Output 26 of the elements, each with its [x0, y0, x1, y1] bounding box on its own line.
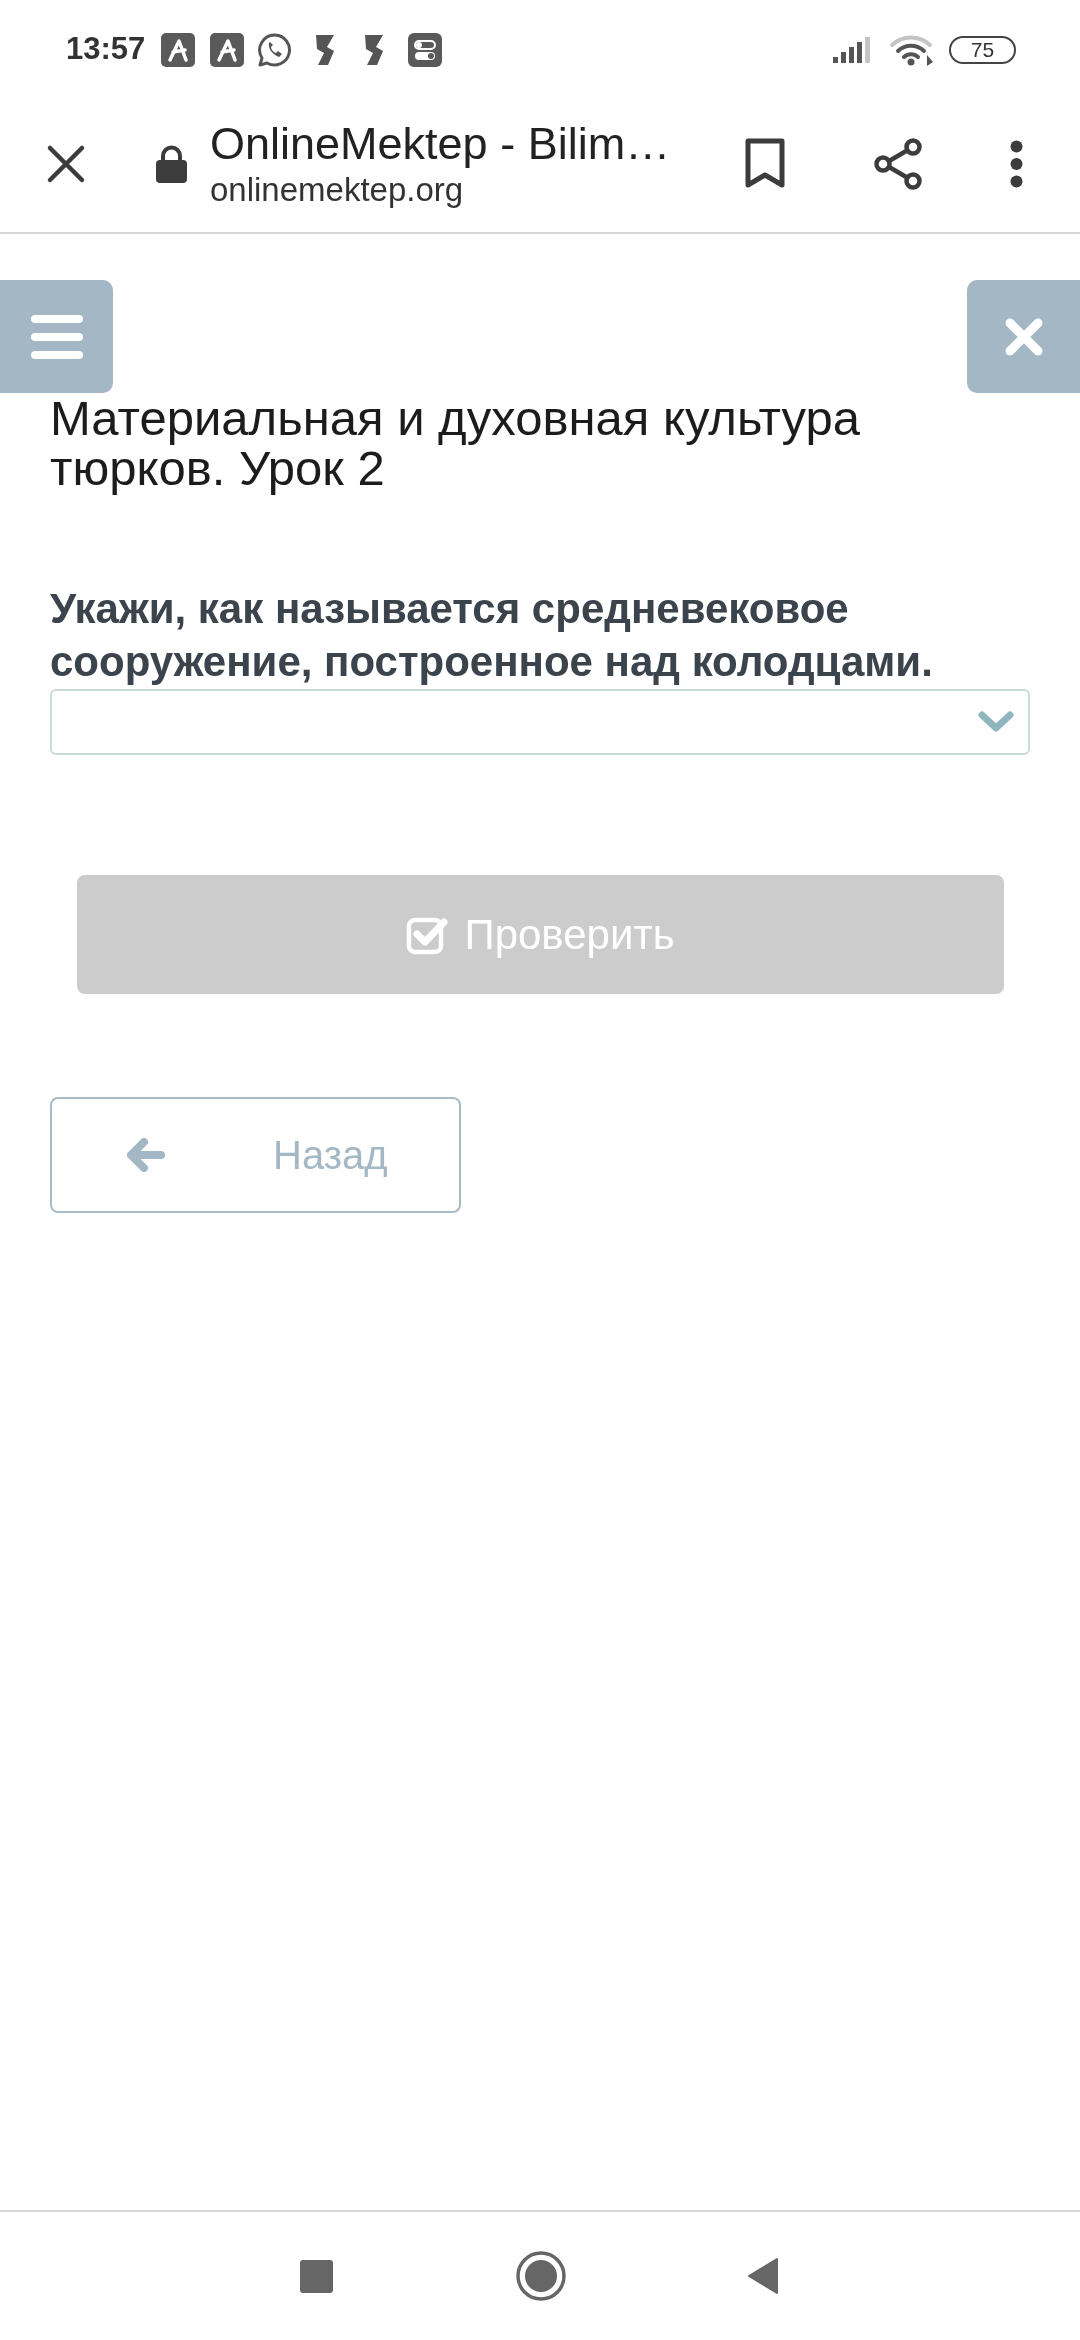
- back-triangle-icon[interactable]: [747, 2257, 779, 2295]
- arrow-left-icon: [127, 1138, 165, 1172]
- back-button[interactable]: Назад: [50, 1097, 461, 1213]
- menu-icon: [30, 314, 83, 359]
- close-icon[interactable]: [46, 143, 86, 184]
- status-time: 13:57: [66, 30, 146, 69]
- page-url: onlinemektep.org: [210, 169, 465, 210]
- app-icon: [210, 32, 245, 67]
- lock-icon: [155, 144, 188, 183]
- page-title: OnlineMektep - Bilim…: [210, 117, 672, 170]
- more-options-icon[interactable]: [1010, 139, 1023, 188]
- home-circle-icon[interactable]: [516, 2251, 566, 2301]
- lesson-title: Материальная и духовная культура тюрков. Урок 2: [50, 393, 862, 493]
- battery-indicator: 75: [949, 35, 1016, 64]
- toggle-icon: [408, 32, 443, 67]
- app-icon: [161, 32, 196, 67]
- bolt-icon: [363, 32, 386, 67]
- chevron-down-icon: [978, 711, 1014, 733]
- chat-bubble-icon: [257, 31, 294, 68]
- share-icon[interactable]: [873, 137, 923, 190]
- recents-square-icon[interactable]: [300, 2259, 333, 2293]
- signal-icon: [833, 36, 873, 63]
- bookmark-icon[interactable]: [744, 138, 786, 189]
- bolt-icon: [314, 32, 337, 67]
- question-text: Укажи, как называется средневековое сооружение, построенное над колодцами.: [50, 584, 934, 687]
- close-icon: [1003, 316, 1044, 357]
